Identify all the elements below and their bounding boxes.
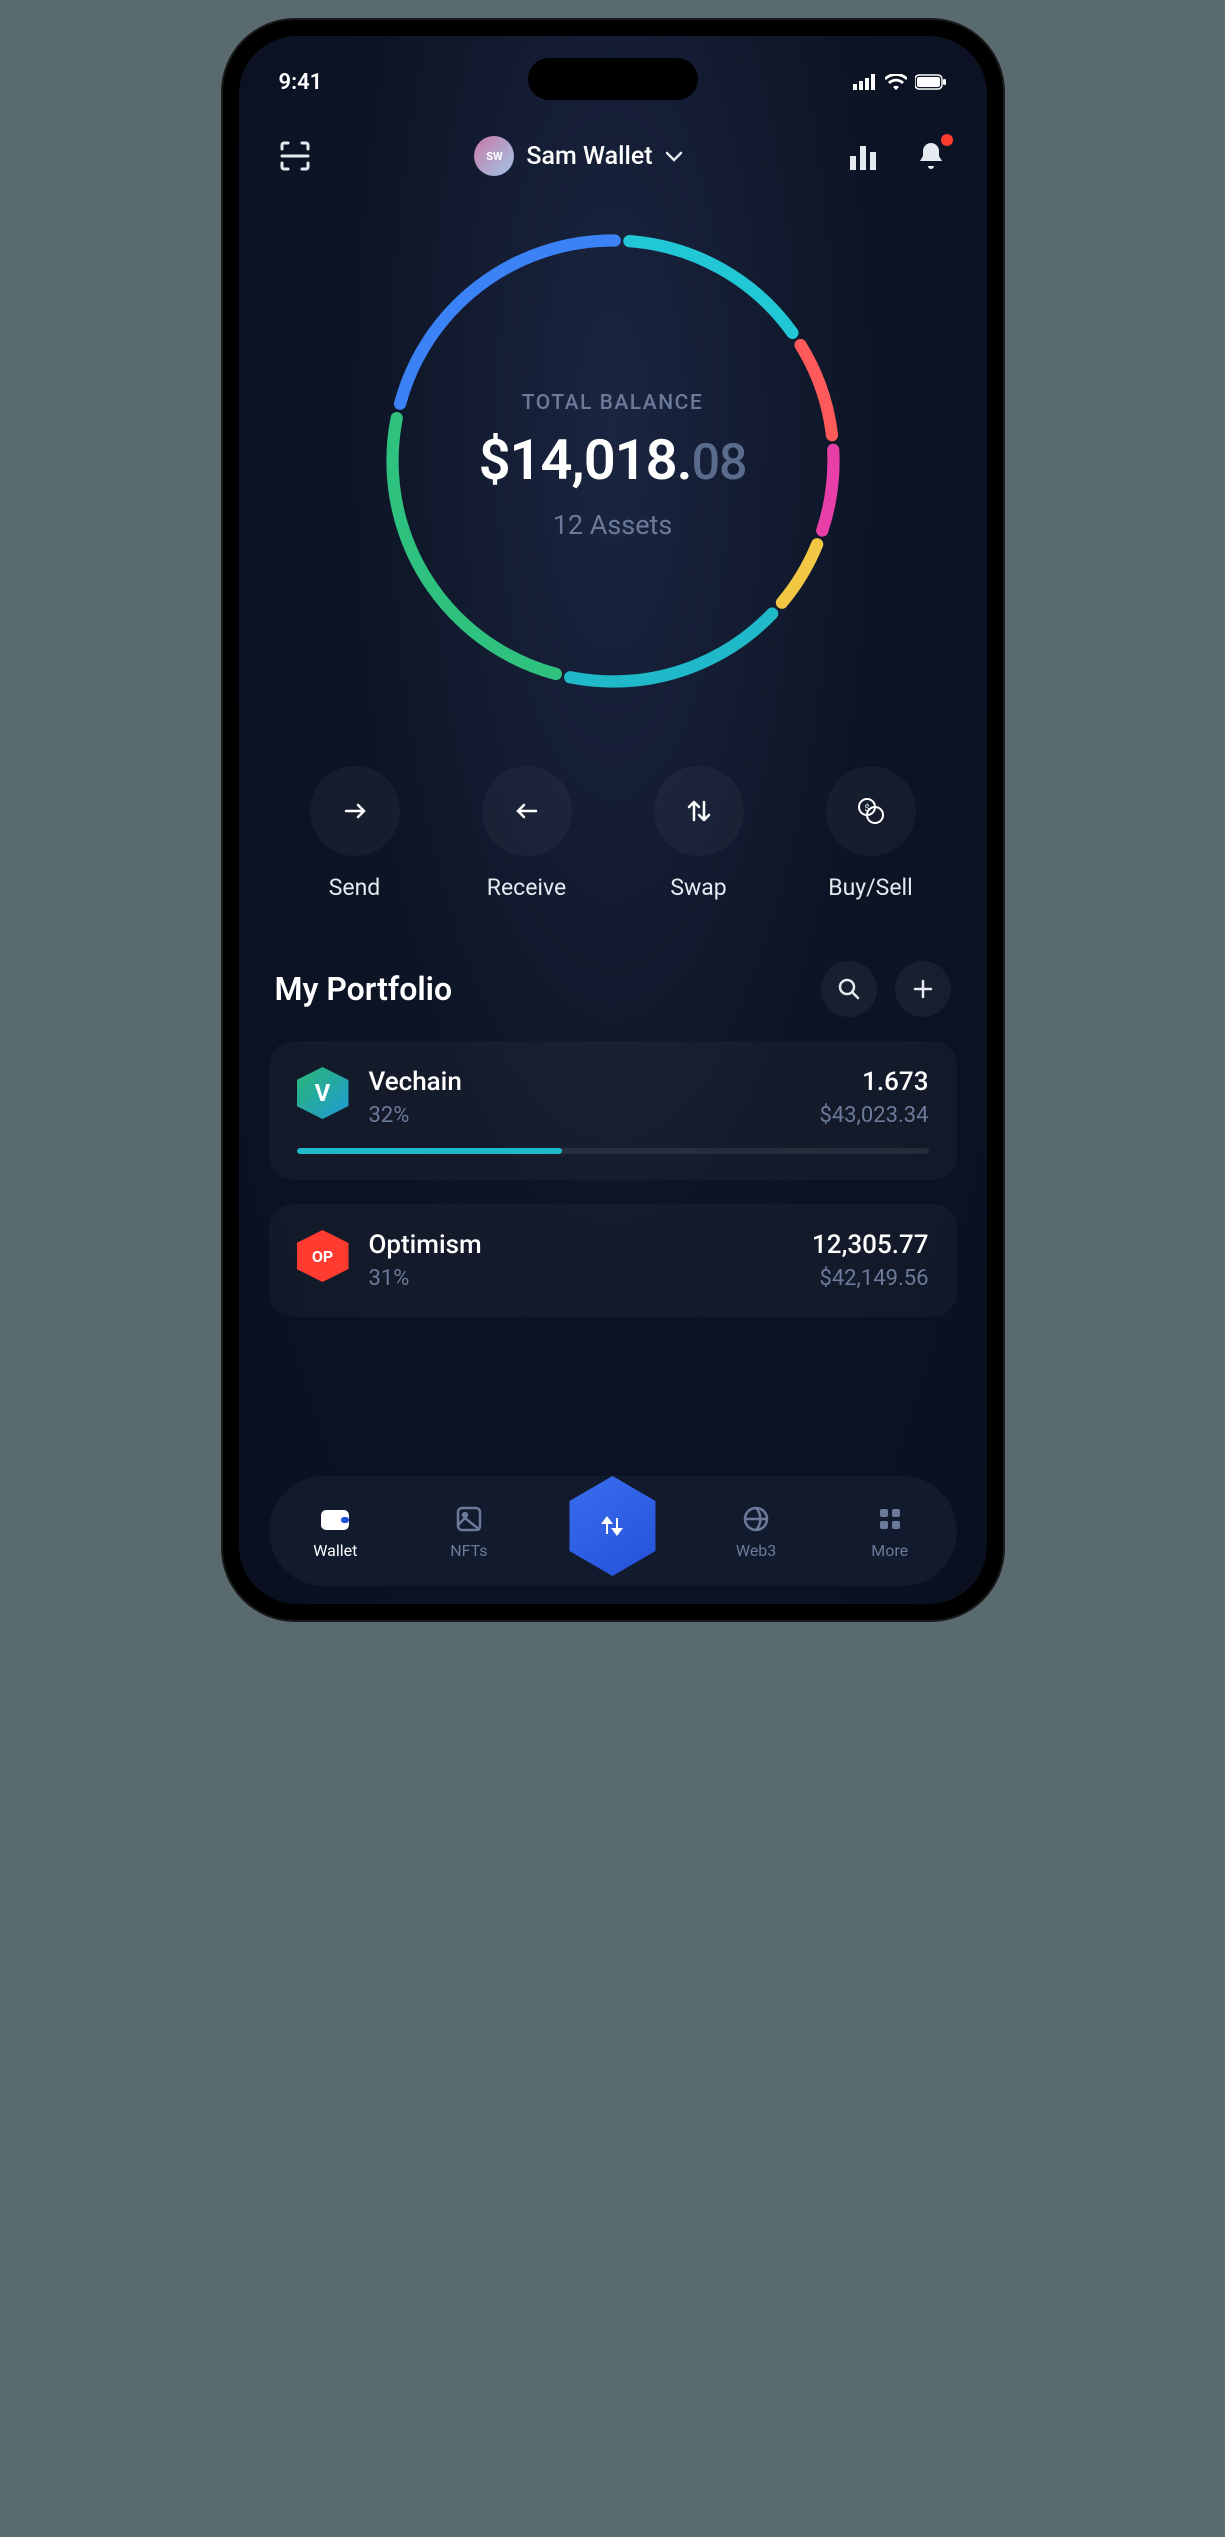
asset-progress [297,1148,929,1154]
app-header: SW Sam Wallet [239,106,987,196]
search-icon [837,977,861,1001]
asset-name: Optimism [369,1230,482,1260]
asset-value: $42,149.56 [812,1266,928,1291]
scan-icon [278,139,312,173]
asset-name: Vechain [369,1067,462,1097]
buysell-button: $ [826,766,916,856]
swap-label: Swap [670,874,726,901]
asset-value: $43,023.34 [819,1103,928,1128]
send-button [310,766,400,856]
dynamic-island [528,58,698,100]
asset-quantity: 12,305.77 [812,1230,928,1260]
asset-list: V Vechain 32% 1.673 $43,023.34 OP Optimism 31% 1… [239,1041,987,1317]
assets-count: 12 Assets [479,509,747,541]
wallet-avatar: SW [474,136,514,176]
status-icons [853,74,947,90]
grid-icon [878,1507,902,1531]
balance-main: $14,018. [479,427,692,493]
buysell-action[interactable]: $ Buy/Sell [826,766,916,901]
receive-action[interactable]: Receive [482,766,572,901]
portfolio-actions [821,961,951,1017]
nav-wallet-label: Wallet [313,1541,357,1560]
bar-chart-icon [848,142,878,170]
receive-button [482,766,572,856]
nav-wallet[interactable]: Wallet [295,1503,375,1560]
asset-card[interactable]: OP Optimism 31% 12,305.77 $42,149.56 [269,1204,957,1317]
globe-icon [742,1505,770,1533]
nav-web3[interactable]: Web3 [716,1503,796,1560]
nav-nfts[interactable]: NFTs [429,1503,509,1560]
search-button[interactable] [821,961,877,1017]
asset-row: V Vechain 32% 1.673 $43,023.34 [297,1067,929,1128]
nav-nfts-label: NFTs [450,1541,487,1560]
notification-dot [941,134,953,146]
coins-icon: $ [855,795,887,827]
total-balance-amount: $14,018.08 [479,427,747,493]
asset-info: Optimism 31% 12,305.77 $42,149.56 [369,1230,929,1291]
image-icon [455,1505,483,1533]
asset-percent: 32% [369,1103,462,1128]
asset-progress-fill [297,1148,562,1154]
balance-donut-chart: TOTAL BALANCE $14,018.08 12 Assets [239,196,987,736]
buysell-label: Buy/Sell [828,874,912,901]
notifications-button[interactable] [911,136,951,176]
donut-center: TOTAL BALANCE $14,018.08 12 Assets [479,391,747,541]
send-action[interactable]: Send [310,766,400,901]
wallet-name: Sam Wallet [526,142,652,171]
phone-frame: 9:41 SW Sam Wallet [223,20,1003,1620]
arrow-right-icon [340,801,370,821]
balance-cents: 08 [692,434,747,492]
receive-label: Receive [487,874,566,901]
total-balance-label: TOTAL BALANCE [479,391,747,415]
nav-more[interactable]: More [850,1503,930,1560]
wallet-icon [319,1506,351,1532]
portfolio-header: My Portfolio [239,951,987,1041]
send-label: Send [329,874,381,901]
quick-actions: Send Receive Swap $ Buy/Sell [239,736,987,951]
nav-web3-label: Web3 [736,1541,776,1560]
nav-more-label: More [871,1541,908,1560]
stats-button[interactable] [843,136,883,176]
svg-text:$: $ [864,803,869,814]
signal-icon [853,74,877,90]
battery-icon [915,74,947,90]
asset-quantity: 1.673 [819,1067,928,1097]
plus-icon [912,978,934,1000]
asset-row: OP Optimism 31% 12,305.77 $42,149.56 [297,1230,929,1291]
asset-info: Vechain 32% 1.673 $43,023.34 [369,1067,929,1128]
wifi-icon [885,74,907,90]
status-time: 9:41 [279,70,323,95]
swap-action[interactable]: Swap [654,766,744,901]
add-button[interactable] [895,961,951,1017]
asset-icon: V [297,1067,349,1119]
bottom-nav: Wallet NFTs Web3 More [269,1476,957,1586]
asset-card[interactable]: V Vechain 32% 1.673 $43,023.34 [269,1041,957,1180]
asset-icon: OP [297,1230,349,1282]
scan-button[interactable] [275,136,315,176]
swap-icon [685,796,713,826]
asset-percent: 31% [369,1266,482,1291]
wallet-selector[interactable]: SW Sam Wallet [474,136,682,176]
arrow-left-icon [512,801,542,821]
swap-center-icon [594,1508,630,1544]
avatar-initials: SW [486,150,502,163]
header-right [843,136,951,176]
screen: 9:41 SW Sam Wallet [239,36,987,1604]
portfolio-title: My Portfolio [275,970,453,1008]
swap-button [654,766,744,856]
nav-center-button[interactable] [562,1476,662,1576]
chevron-down-icon [665,150,683,162]
bell-icon [917,141,945,171]
